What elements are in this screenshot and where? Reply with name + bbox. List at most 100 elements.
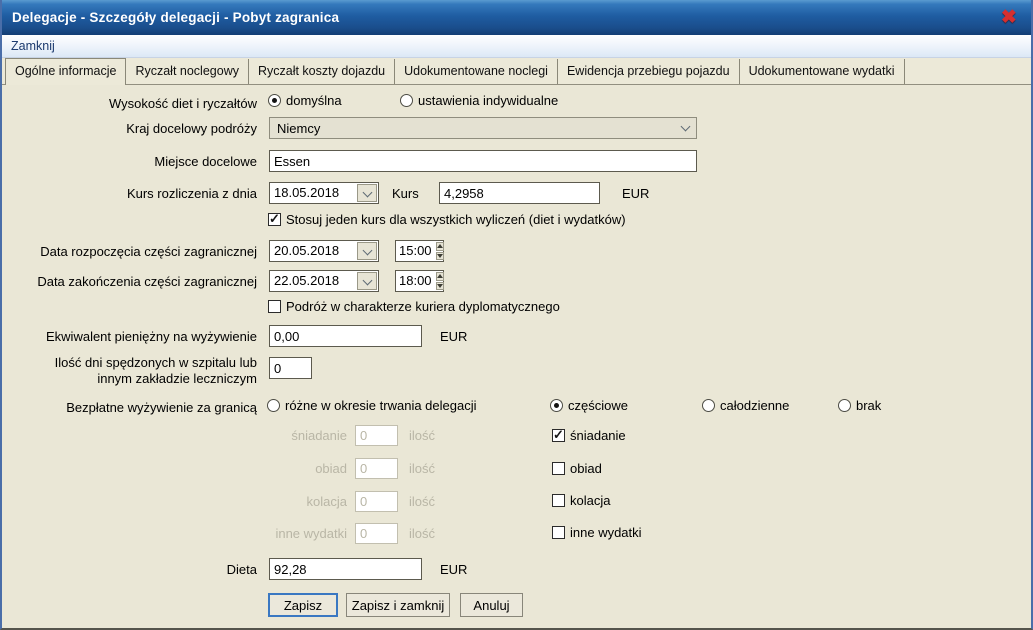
title-bar: Delegacje - Szczegóły delegacji - Pobyt …: [2, 0, 1031, 35]
hospital-days-label-line2: innym zakładzie leczniczym: [2, 371, 257, 386]
equivalent-input[interactable]: [269, 325, 422, 347]
tab-udokumentowane-noclegi[interactable]: Udokumentowane noclegi: [395, 59, 558, 84]
diet-rates-default-radio[interactable]: domyślna: [268, 93, 342, 108]
dropdown-button[interactable]: [357, 272, 377, 290]
cancel-button[interactable]: Anuluj: [460, 593, 523, 617]
radio-icon[interactable]: [267, 399, 280, 412]
radio-icon[interactable]: [702, 399, 715, 412]
dropdown-button[interactable]: [357, 242, 377, 260]
rate-label: Kurs: [392, 186, 419, 201]
meal-count-inne-wydatki-label: inne wydatki: [2, 526, 347, 541]
start-date-value: 20.05.2018: [270, 241, 356, 261]
radio-selected-icon[interactable]: [268, 94, 281, 107]
checkbox-icon[interactable]: [552, 494, 565, 507]
spinner-down-button[interactable]: [436, 282, 444, 291]
radio-icon[interactable]: [400, 94, 413, 107]
spinner-down-button[interactable]: [436, 252, 444, 261]
country-select[interactable]: Niemcy: [269, 117, 697, 139]
menu-bar: Zamknij: [2, 35, 1031, 58]
spinner-up-button[interactable]: [436, 272, 444, 281]
destination-input[interactable]: [269, 150, 697, 172]
free-meals-option-rozne[interactable]: różne w okresie trwania delegacji: [267, 398, 476, 413]
form-panel: Wysokość diet i ryczałtów domyślna ustaw…: [2, 85, 1031, 628]
meal-count-obiad-input: [355, 458, 398, 479]
save-and-close-button[interactable]: Zapisz i zamknij: [346, 593, 450, 617]
checkbox-checked-icon[interactable]: [268, 213, 281, 226]
close-icon[interactable]: ✖: [997, 8, 1021, 27]
chevron-down-icon: [362, 187, 372, 197]
checkbox-icon[interactable]: [268, 300, 281, 313]
single-rate-checkbox-row[interactable]: Stosuj jeden kurs dla wszystkich wylicze…: [268, 212, 626, 227]
chevron-down-icon: [681, 121, 691, 131]
free-meals-rozne-label: różne w okresie trwania delegacji: [285, 398, 476, 413]
checkbox-checked-icon[interactable]: [552, 429, 565, 442]
meal-count-sniadanie-label: śniadanie: [2, 428, 347, 443]
free-meals-option-brak[interactable]: brak: [838, 398, 881, 413]
spinner-up-button[interactable]: [436, 242, 444, 251]
tab-ryczalt-koszty-dojazdu[interactable]: Ryczałt koszty dojazdu: [249, 59, 395, 84]
meal-count-sniadanie-suffix: ilość: [409, 428, 435, 443]
exchange-date-label: Kurs rozliczenia z dnia: [2, 186, 257, 201]
meal-check-inne-wydatki[interactable]: inne wydatki: [552, 525, 642, 540]
single-rate-label: Stosuj jeden kurs dla wszystkich wylicze…: [286, 212, 626, 227]
exchange-date-value: 18.05.2018: [270, 183, 356, 203]
rate-currency-label: EUR: [622, 186, 649, 201]
dieta-input[interactable]: [269, 558, 422, 580]
tab-strip: Ogólne informacje Ryczałt noclegowy Rycz…: [2, 58, 1031, 85]
radio-selected-icon[interactable]: [550, 399, 563, 412]
dropdown-button[interactable]: [357, 184, 377, 202]
meal-count-kolacja-suffix: ilość: [409, 494, 435, 509]
end-time-value: 18:00: [396, 271, 435, 291]
meal-count-obiad-label: obiad: [2, 461, 347, 476]
diet-rates-label: Wysokość diet i ryczałtów: [2, 96, 257, 111]
tab-udokumentowane-wydatki[interactable]: Udokumentowane wydatki: [740, 59, 905, 84]
hospital-days-input[interactable]: [269, 357, 312, 379]
country-label: Kraj docelowy podróży: [2, 121, 257, 136]
end-date-value: 22.05.2018: [270, 271, 356, 291]
arrow-down-icon: [437, 284, 443, 288]
meal-check-kolacja[interactable]: kolacja: [552, 493, 610, 508]
equivalent-label: Ekwiwalent pieniężny na wyżywienie: [2, 329, 257, 344]
courier-checkbox-row[interactable]: Podróż w charakterze kuriera dyplomatycz…: [268, 299, 560, 314]
exchange-date-select[interactable]: 18.05.2018: [269, 182, 379, 204]
start-date-select[interactable]: 20.05.2018: [269, 240, 379, 262]
end-date-select[interactable]: 22.05.2018: [269, 270, 379, 292]
free-meals-label: Bezpłatne wyżywienie za granicą: [2, 400, 257, 415]
tab-ryczalt-noclegowy[interactable]: Ryczałt noclegowy: [126, 59, 249, 84]
meal-check-obiad[interactable]: obiad: [552, 461, 602, 476]
meal-check-inne-wydatki-label: inne wydatki: [570, 525, 642, 540]
meal-check-kolacja-label: kolacja: [570, 493, 610, 508]
meal-count-kolacja-input: [355, 491, 398, 512]
rate-input[interactable]: [439, 182, 600, 204]
diet-rates-individual-label: ustawienia indywidualne: [418, 93, 558, 108]
meal-check-sniadanie[interactable]: śniadanie: [552, 428, 626, 443]
meal-check-obiad-label: obiad: [570, 461, 602, 476]
menu-item-zamknij[interactable]: Zamknij: [11, 39, 55, 53]
save-button[interactable]: Zapisz: [268, 593, 338, 617]
meal-check-sniadanie-label: śniadanie: [570, 428, 626, 443]
checkbox-icon[interactable]: [552, 462, 565, 475]
free-meals-option-czesciowe[interactable]: częściowe: [550, 398, 628, 413]
hospital-days-label-line1: Ilość dni spędzonych w szpitalu lub: [2, 355, 257, 370]
meal-count-inne-wydatki-input: [355, 523, 398, 544]
meal-count-sniadanie-input: [355, 425, 398, 446]
country-value: Niemcy: [277, 121, 320, 136]
start-time-value: 15:00: [396, 241, 435, 261]
chevron-down-icon: [362, 245, 372, 255]
free-meals-option-calodzienne[interactable]: całodzienne: [702, 398, 789, 413]
free-meals-brak-label: brak: [856, 398, 881, 413]
chevron-down-icon: [362, 275, 372, 285]
window-title: Delegacje - Szczegóły delegacji - Pobyt …: [12, 10, 339, 25]
free-meals-calodzienne-label: całodzienne: [720, 398, 789, 413]
end-time-spinner[interactable]: 18:00: [395, 270, 444, 292]
tab-ewidencja-przebiegu-pojazdu[interactable]: Ewidencja przebiegu pojazdu: [558, 59, 740, 84]
checkbox-icon[interactable]: [552, 526, 565, 539]
tab-ogolne-informacje[interactable]: Ogólne informacje: [5, 58, 126, 85]
diet-rates-individual-radio[interactable]: ustawienia indywidualne: [400, 93, 558, 108]
diet-rates-default-label: domyślna: [286, 93, 342, 108]
start-time-spinner[interactable]: 15:00: [395, 240, 444, 262]
start-date-label: Data rozpoczęcia części zagranicznej: [2, 244, 257, 259]
radio-icon[interactable]: [838, 399, 851, 412]
dialog-window: Delegacje - Szczegóły delegacji - Pobyt …: [0, 0, 1033, 630]
dieta-currency-label: EUR: [440, 562, 467, 577]
